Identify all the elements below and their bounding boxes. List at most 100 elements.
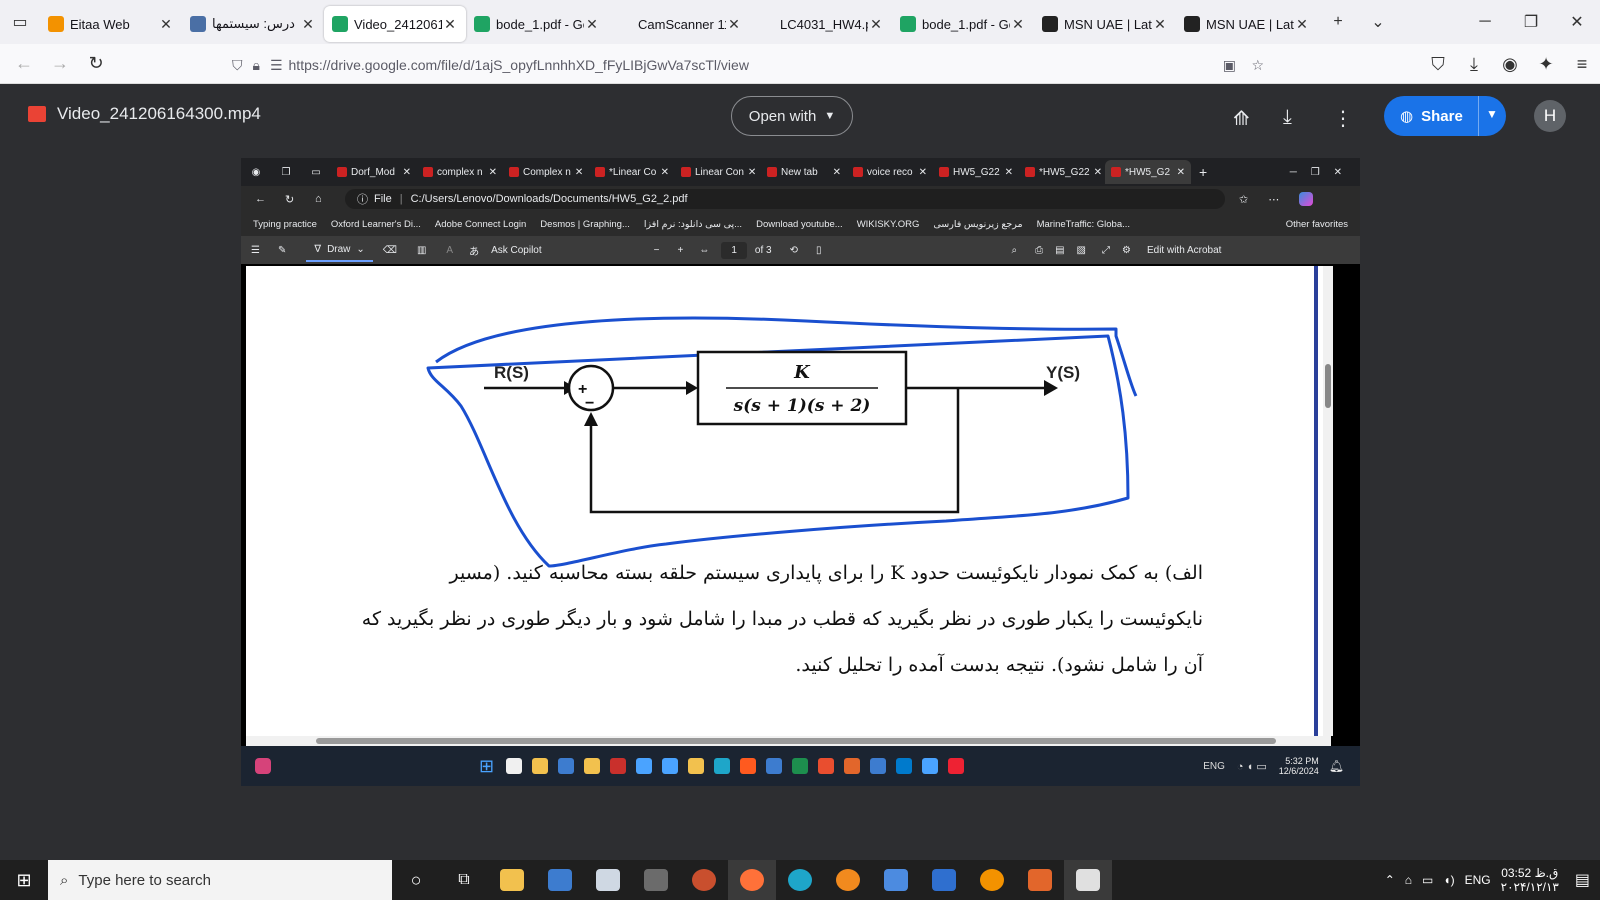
bookmark-item[interactable]: MarineTraffic: Globa... <box>1037 219 1130 230</box>
pocket-icon[interactable]: ⛉ <box>1420 48 1456 80</box>
close-tab-icon[interactable]: ✕ <box>868 16 884 33</box>
edge-tab[interactable]: *Linear Co ✕ <box>589 160 675 184</box>
edge-close-tab-icon[interactable]: ✕ <box>571 167 583 178</box>
inner-taskbar-app-icon[interactable] <box>506 758 523 774</box>
bookmark-item[interactable]: WIKISKY.ORG <box>857 219 920 230</box>
inner-taskbar-app-icon[interactable] <box>948 758 965 774</box>
close-tab-icon[interactable]: ✕ <box>158 16 174 33</box>
avatar[interactable]: H <box>1534 100 1566 132</box>
pdf-page[interactable]: R(S) Y(S) + − K s(s + 1)(s + 2) الف) به … <box>246 266 1331 736</box>
inner-taskbar-app-icon[interactable] <box>870 758 887 774</box>
store-icon[interactable] <box>536 860 584 900</box>
edge-favorites-icon[interactable]: ✩ <box>1239 193 1248 206</box>
browser-tab[interactable]: bode_1.pdf - Go ✕ <box>466 6 608 42</box>
settings-icon[interactable]: ⚙ <box>1122 245 1131 256</box>
close-window-button[interactable]: ✕ <box>1554 0 1600 44</box>
video-player[interactable]: ◉ ❐ ▭ Dorf_Mod ✕ complex n ✕ Complex n ✕ *Line… <box>241 158 1360 786</box>
page-number-input[interactable]: 1 <box>721 241 747 259</box>
inner-taskbar-app-icon[interactable] <box>610 758 627 774</box>
print-icon[interactable]: ⎙ <box>1035 245 1043 256</box>
edge-tab[interactable]: Linear Con ✕ <box>675 160 761 184</box>
share-button[interactable]: ◍ Share ▼ <box>1384 96 1506 136</box>
edge-back-icon[interactable]: ← <box>255 193 266 205</box>
bookmark-item[interactable]: Download youtube... <box>756 219 843 230</box>
edge-reload-icon[interactable]: ↻ <box>285 193 294 206</box>
file-explorer-icon[interactable] <box>488 860 536 900</box>
rotate-icon[interactable]: ⟲ <box>790 245 798 256</box>
edge-tab[interactable]: Dorf_Mod ✕ <box>331 160 417 184</box>
edge-tab[interactable]: HW5_G22 ✕ <box>933 160 1019 184</box>
vertical-scroll-thumb[interactable] <box>1325 364 1331 408</box>
inner-taskbar-app-icon[interactable] <box>922 758 939 774</box>
draw-button[interactable]: ∇ Draw ⌄ <box>306 238 373 262</box>
tab-list-chevron-icon[interactable]: ⌄ <box>1358 0 1398 44</box>
settings-app-icon[interactable] <box>824 860 872 900</box>
bookmark-item[interactable]: Adobe Connect Login <box>435 219 526 230</box>
inner-taskbar-app-icon[interactable] <box>532 758 549 774</box>
read-aloud-icon[interactable]: A <box>446 245 453 256</box>
inner-taskbar-app-icon[interactable] <box>688 758 705 774</box>
menu-icon[interactable]: ≡ <box>1564 48 1600 80</box>
edit-with-acrobat-button[interactable]: Edit with Acrobat <box>1147 245 1221 256</box>
zoom-in-icon[interactable]: + <box>677 245 683 256</box>
inner-clock[interactable]: 5:32 PM 12/6/2024 <box>1279 756 1319 776</box>
inkscape-icon[interactable] <box>872 860 920 900</box>
mail-icon[interactable] <box>584 860 632 900</box>
close-tab-icon[interactable]: ✕ <box>1294 16 1310 33</box>
tray-chevron-icon[interactable]: ⌃ <box>1385 873 1395 887</box>
task-view-icon[interactable]: ⧉ <box>440 860 488 900</box>
firefox-icon[interactable] <box>728 860 776 900</box>
inner-taskbar-app-icon[interactable] <box>636 758 653 774</box>
share-caret-icon[interactable]: ▼ <box>1486 107 1498 121</box>
photos-icon[interactable] <box>1064 860 1112 900</box>
edge-close-tab-icon[interactable]: ✕ <box>915 167 927 178</box>
edge-tab[interactable]: *HW5_G22 ✕ <box>1019 160 1105 184</box>
vertical-scrollbar[interactable] <box>1323 266 1333 736</box>
start-button[interactable]: ⊞ <box>0 860 48 900</box>
fullscreen-icon[interactable]: ⤢ <box>1102 245 1110 256</box>
close-tab-icon[interactable]: ✕ <box>584 16 600 33</box>
downloads-icon[interactable]: ⤓ <box>1456 48 1492 80</box>
more-options-icon[interactable]: ⋮ <box>1333 106 1353 131</box>
inner-taskbar-app-icon[interactable] <box>818 758 835 774</box>
search-input[interactable]: ⌕ Type here to search <box>48 860 392 900</box>
new-tab-button[interactable]: + <box>1318 0 1358 44</box>
edge-workspaces-icon[interactable]: ❐ <box>271 167 301 178</box>
inner-taskbar-app-icon[interactable] <box>558 758 575 774</box>
edge-tab[interactable]: complex n ✕ <box>417 160 503 184</box>
two-page-icon[interactable]: ▯ <box>816 245 822 256</box>
fit-page-icon[interactable]: ⇔ <box>699 245 709 256</box>
inner-start-icon[interactable]: ⊞ <box>479 756 494 777</box>
bookmark-item[interactable]: مرجع زیرنویس فارسی <box>933 219 1022 230</box>
close-tab-icon[interactable]: ✕ <box>300 16 316 33</box>
minimize-button[interactable]: ─ <box>1462 0 1508 44</box>
zoom-out-icon[interactable]: − <box>654 245 660 256</box>
powerpoint-icon[interactable] <box>680 860 728 900</box>
browser-tab[interactable]: Eitaa Web ✕ <box>40 6 182 42</box>
bookmark-item[interactable]: Desmos | Graphing... <box>540 219 630 230</box>
inner-taskbar-app-icon[interactable] <box>766 758 783 774</box>
eitaa-icon[interactable] <box>968 860 1016 900</box>
cortana-icon[interactable]: ○ <box>392 860 440 900</box>
download-icon[interactable]: ⤓ <box>1283 106 1292 129</box>
inner-taskbar-app-icon[interactable] <box>662 758 679 774</box>
matlab-icon[interactable] <box>1016 860 1064 900</box>
inner-taskbar-app-icon[interactable] <box>844 758 861 774</box>
bookmark-item[interactable]: Typing practice <box>253 219 317 230</box>
extensions-icon[interactable]: ✦ <box>1528 48 1564 80</box>
open-with-button[interactable]: Open with ▼ <box>731 96 853 136</box>
page-view-icon[interactable]: ▥ <box>417 245 426 256</box>
add-shortcut-icon[interactable]: ⟰ <box>1233 106 1250 131</box>
browser-tab[interactable]: MSN UAE | Late ✕ <box>1034 6 1176 42</box>
close-tab-icon[interactable]: ✕ <box>1010 16 1026 33</box>
inner-taskbar-app-icon[interactable] <box>584 758 601 774</box>
translate-icon[interactable]: あ <box>469 243 479 258</box>
edge-close-tab-icon[interactable]: ✕ <box>829 167 841 178</box>
ask-copilot-button[interactable]: Ask Copilot <box>491 245 542 256</box>
inner-taskbar-app-icon[interactable] <box>740 758 757 774</box>
edge-close-tab-icon[interactable]: ✕ <box>1173 167 1185 178</box>
edge-profile-icon[interactable]: ◉ <box>241 167 271 178</box>
calculator-icon[interactable] <box>632 860 680 900</box>
bookmark-item[interactable]: Oxford Learner's Di... <box>331 219 421 230</box>
edge-close-tab-icon[interactable]: ✕ <box>657 167 669 178</box>
